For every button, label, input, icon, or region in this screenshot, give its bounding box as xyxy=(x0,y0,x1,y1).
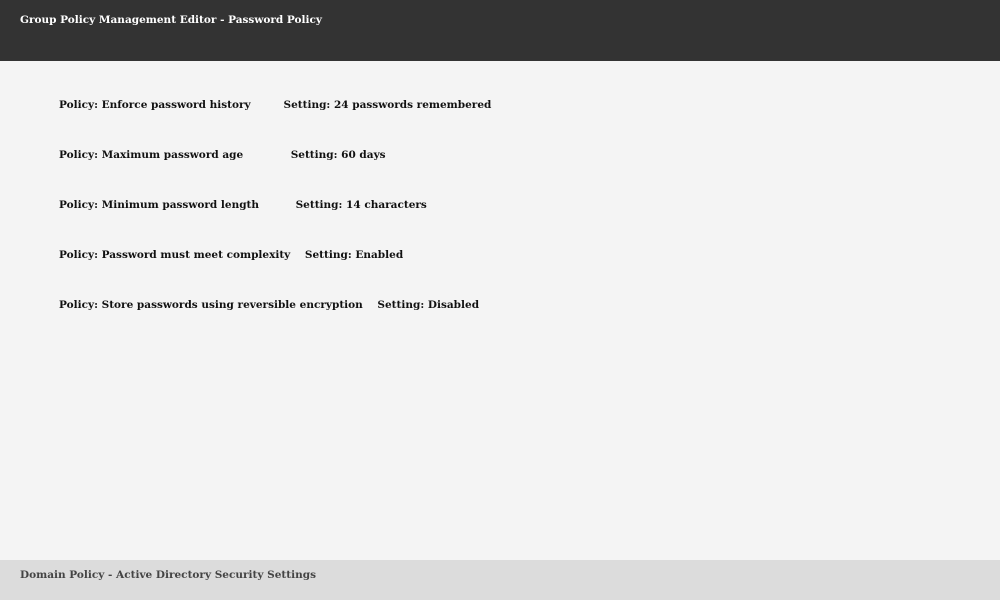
title-bar: Group Policy Management Editor - Passwor… xyxy=(0,0,1000,61)
policy-row-reversible-encryption[interactable]: Policy: Store passwords using reversible… xyxy=(59,299,479,311)
policy-row-password-history[interactable]: Policy: Enforce password history Setting… xyxy=(59,99,491,111)
policy-list: Policy: Enforce password history Setting… xyxy=(0,61,1000,560)
policy-row-max-password-age[interactable]: Policy: Maximum password age Setting: 60… xyxy=(59,149,386,161)
policy-row-password-complexity[interactable]: Policy: Password must meet complexity Se… xyxy=(59,249,403,261)
status-bar: Domain Policy - Active Directory Securit… xyxy=(0,560,1000,600)
gpo-editor-window: Group Policy Management Editor - Passwor… xyxy=(0,0,1000,600)
window-title: Group Policy Management Editor - Passwor… xyxy=(20,14,322,26)
status-text: Domain Policy - Active Directory Securit… xyxy=(20,569,316,581)
policy-row-min-password-length[interactable]: Policy: Minimum password length Setting:… xyxy=(59,199,427,211)
